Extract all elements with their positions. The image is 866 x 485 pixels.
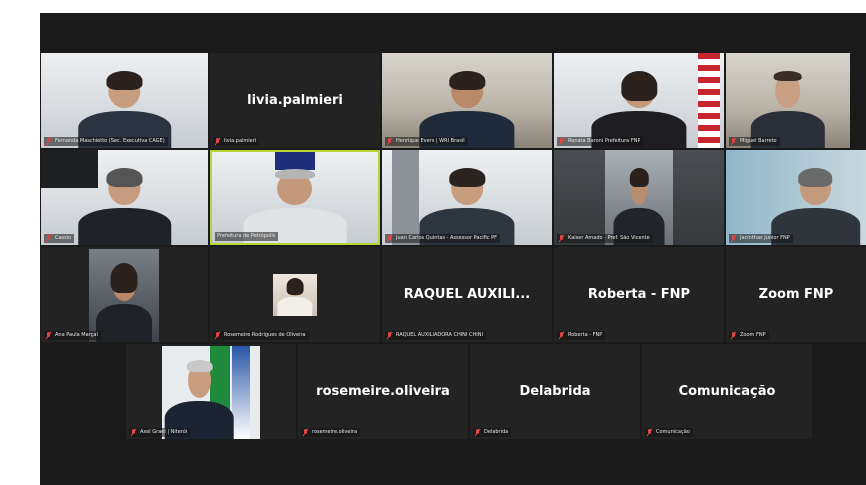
participant-caption: livia.palmieri: [213, 137, 260, 146]
participant-name: livia.palmieri: [224, 138, 257, 144]
participant-tile[interactable]: Jacinthas Junior FNP: [726, 150, 866, 245]
participant-tile[interactable]: Axel Grael | Niterói: [126, 344, 296, 439]
participant-caption: Roberta - FNP: [557, 331, 606, 340]
participant-tile[interactable]: Comunicação Comunicação: [642, 344, 812, 439]
participant-tile[interactable]: Zoom FNP Zoom FNP: [726, 247, 866, 342]
participant-tile[interactable]: Ana Paula Marçal: [41, 247, 208, 342]
participant-video: [96, 262, 152, 342]
mic-muted-icon: [387, 235, 393, 242]
participant-caption: Axel Grael | Niterói: [129, 428, 191, 437]
mic-muted-icon: [559, 138, 565, 145]
flag-decoration: [698, 53, 720, 148]
participant-name: Henrique Evers | WRI Brasil: [396, 138, 465, 144]
participant-tile[interactable]: Rosemeire Rodrigues de Oliveira: [210, 247, 380, 342]
participant-name: Fernanda Maschietto (Sec. Executiva CAGE…: [55, 138, 165, 144]
participant-caption: Jacinthas Junior FNP: [729, 234, 793, 243]
participant-caption: Henrique Evers | WRI Brasil: [385, 137, 468, 146]
participant-tile[interactable]: RAQUEL AUXILI... RAQUEL AUXILIADORA CHIN…: [382, 247, 552, 342]
participant-caption: Kaiser Amado - Pref. São Vicente: [557, 234, 653, 243]
participant-display-name: Comunicação: [678, 384, 776, 399]
participant-caption: Rosemeire Rodrigues de Oliveira: [213, 331, 309, 340]
participant-name: Juan Carlos Quintas - Assessor Pacific P…: [396, 235, 497, 241]
participant-name: Axel Grael | Niterói: [140, 429, 188, 435]
mic-muted-icon: [559, 332, 565, 339]
participant-name: Ana Paula Marçal: [55, 332, 98, 338]
mic-muted-icon: [303, 429, 309, 436]
participant-caption: Delabrida: [473, 428, 512, 437]
participant-profile-photo: [273, 273, 317, 316]
mic-muted-icon: [731, 235, 737, 242]
participant-tile[interactable]: Henrique Evers | WRI Brasil: [382, 53, 552, 148]
participant-name: Renata Baroni Prefeitura FNP: [568, 138, 641, 144]
participant-tile[interactable]: Miguel Barreto: [726, 53, 850, 148]
participant-name: Cassio: [55, 235, 72, 241]
participant-caption: Renata Baroni Prefeitura FNP: [557, 137, 644, 146]
participant-caption: Prefeitura de Petrópolis: [215, 232, 279, 241]
participant-caption: Miguel Barreto: [729, 137, 780, 146]
mic-muted-icon: [215, 332, 221, 339]
participant-name: rosemeire.oliveira: [312, 429, 358, 435]
participant-tile[interactable]: Kaiser Amado - Pref. São Vicente: [554, 150, 724, 245]
participant-tile[interactable]: Juan Carlos Quintas - Assessor Pacific P…: [382, 150, 552, 245]
meeting-gallery-view: Fernanda Maschietto (Sec. Executiva CAGE…: [40, 13, 866, 485]
mic-muted-icon: [46, 235, 52, 242]
participant-display-name: rosemeire.oliveira: [316, 384, 450, 399]
participant-name: Miguel Barreto: [740, 138, 777, 144]
participant-tile-active-speaker[interactable]: Prefeitura de Petrópolis: [210, 150, 380, 245]
mic-muted-icon: [387, 332, 393, 339]
participant-display-name: livia.palmieri: [247, 93, 343, 108]
mic-muted-icon: [647, 429, 653, 436]
participant-tile[interactable]: rosemeire.oliveira rosemeire.oliveira: [298, 344, 468, 439]
participant-name: Roberta - FNP: [568, 332, 603, 338]
participant-caption: Zoom FNP: [729, 331, 769, 340]
mic-muted-icon: [559, 235, 565, 242]
participant-name: Prefeitura de Petrópolis: [217, 233, 276, 239]
participant-tile[interactable]: Renata Baroni Prefeitura FNP: [554, 53, 724, 148]
participant-display-name: Zoom FNP: [758, 287, 834, 302]
participant-caption: Juan Carlos Quintas - Assessor Pacific P…: [385, 234, 500, 243]
participant-caption: rosemeire.oliveira: [301, 428, 361, 437]
mic-muted-icon: [131, 429, 137, 436]
mic-muted-icon: [215, 138, 221, 145]
participant-caption: Ana Paula Marçal: [44, 331, 101, 340]
mic-muted-icon: [731, 138, 737, 145]
participant-name: Rosemeire Rodrigues de Oliveira: [224, 332, 306, 338]
mic-muted-icon: [731, 332, 737, 339]
participant-tile[interactable]: Cassio: [41, 150, 208, 245]
participant-caption: RAQUEL AUXILIADORA CHINI CHINI: [385, 331, 486, 340]
participant-display-name: RAQUEL AUXILI...: [403, 287, 531, 302]
participant-tile[interactable]: Roberta - FNP Roberta - FNP: [554, 247, 724, 342]
participant-tile[interactable]: Delabrida Delabrida: [470, 344, 640, 439]
participant-display-name: Roberta - FNP: [587, 287, 691, 302]
mic-muted-icon: [46, 138, 52, 145]
participant-name: Jacinthas Junior FNP: [740, 235, 790, 241]
participant-name: Delabrida: [484, 429, 509, 435]
flag-decoration: [232, 346, 250, 439]
participant-name: RAQUEL AUXILIADORA CHINI CHINI: [396, 332, 483, 338]
participant-name: Zoom FNP: [740, 332, 766, 338]
mic-muted-icon: [46, 332, 52, 339]
participant-caption: Comunicação: [645, 428, 693, 437]
participant-caption: Fernanda Maschietto (Sec. Executiva CAGE…: [44, 137, 168, 146]
participant-display-name: Delabrida: [519, 384, 591, 399]
participant-caption: Cassio: [44, 234, 75, 243]
participant-name: Comunicação: [656, 429, 690, 435]
participant-tile[interactable]: livia.palmieri livia.palmieri: [210, 53, 380, 148]
participant-name: Kaiser Amado - Pref. São Vicente: [568, 235, 650, 241]
participant-video: [77, 167, 172, 245]
participant-tile[interactable]: Fernanda Maschietto (Sec. Executiva CAGE…: [41, 53, 208, 148]
mic-muted-icon: [475, 429, 481, 436]
mic-muted-icon: [387, 138, 393, 145]
